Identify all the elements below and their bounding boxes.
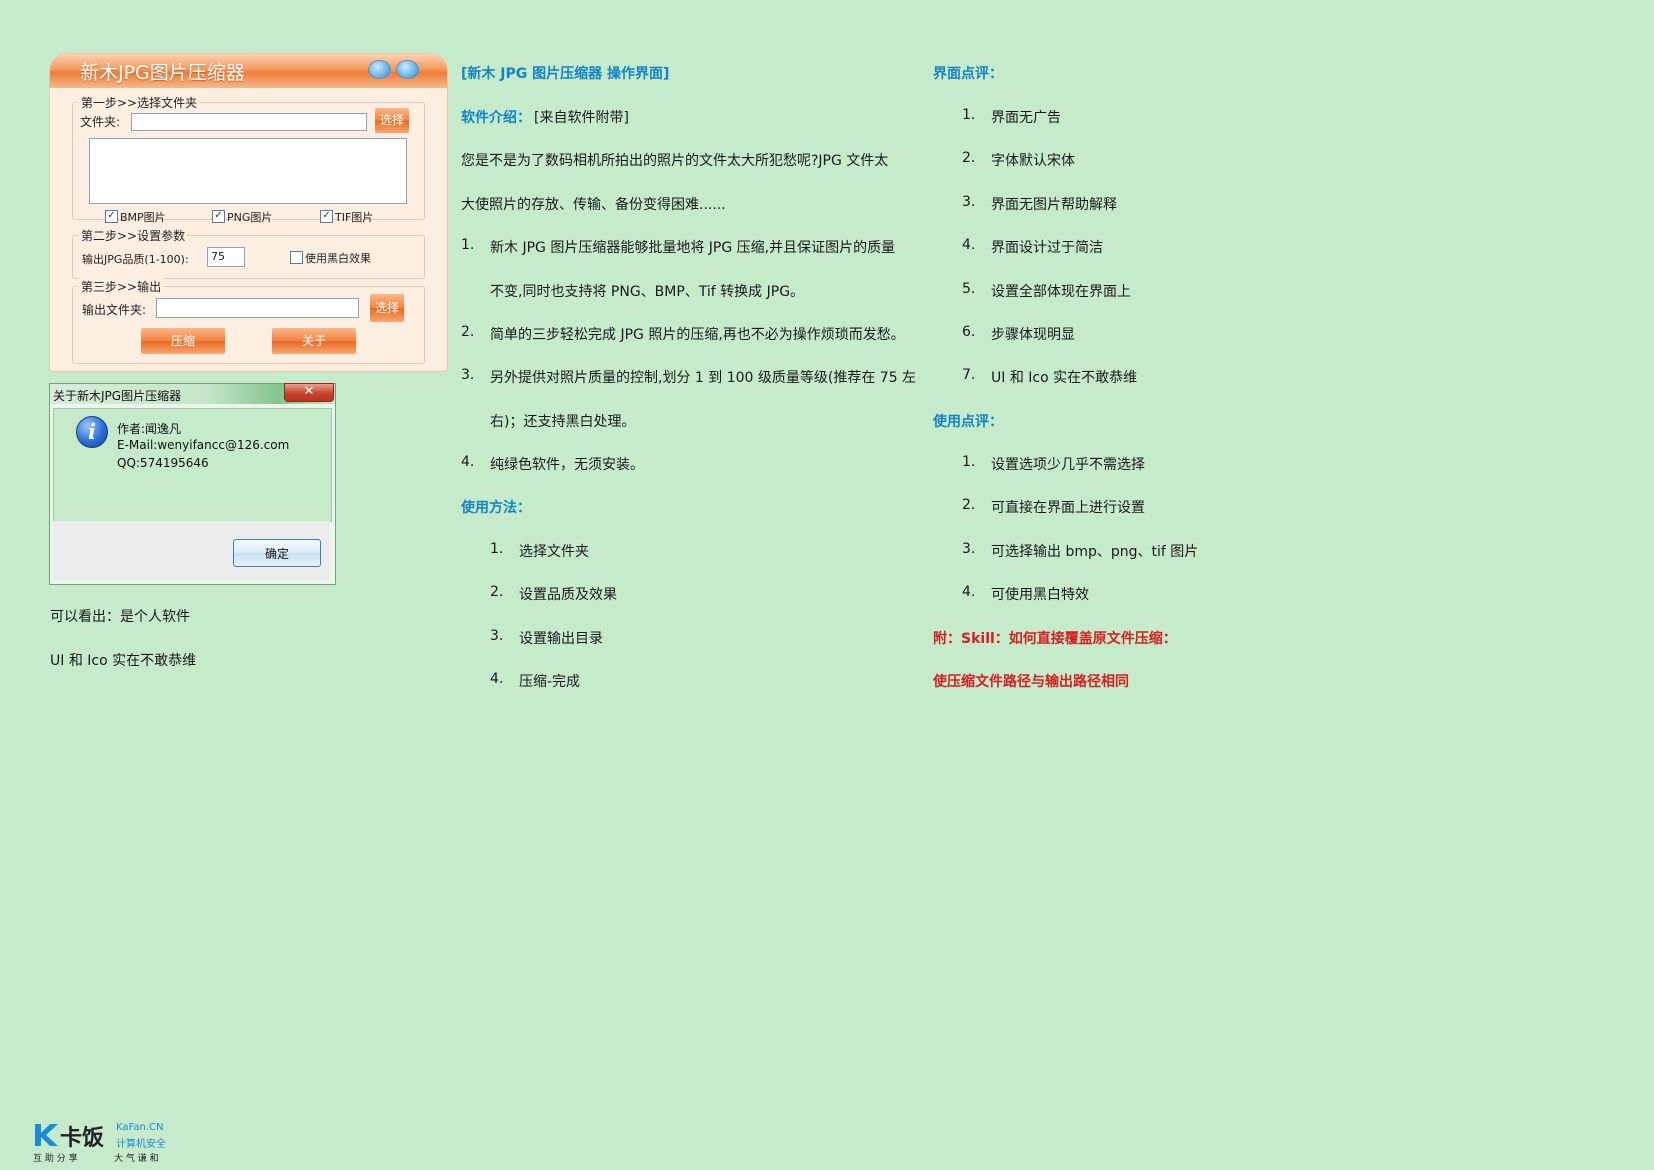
use-review-item: 可直接在界面上进行设置 (991, 500, 1145, 516)
ui-review-number: 5. (962, 281, 976, 297)
ui-review-item: 字体默认宋体 (991, 153, 1075, 169)
qq-text: QQ:574195646 (117, 456, 209, 470)
usage-step: 压缩-完成 (519, 674, 581, 690)
feature-number: 2. (461, 324, 475, 340)
use-review-item: 可选择输出 bmp、png、tif 图片 (991, 544, 1199, 560)
usage-step: 设置品质及效果 (519, 587, 617, 603)
bmp-checkbox-label: BMP图片 (120, 211, 166, 224)
usage-step-number: 4. (490, 671, 504, 687)
author-text: 作者:闻逸凡 (117, 422, 182, 436)
intro-text-2: 大使照片的存放、传输、备份变得困难...... (461, 197, 726, 213)
step2-legend: 第二步>>设置参数 (79, 227, 188, 244)
ui-review-number: 4. (962, 237, 976, 253)
ui-review-number: 6. (962, 324, 976, 340)
dialog-close-button[interactable]: ✕ (284, 383, 334, 402)
bw-checkbox-label: 使用黑白效果 (305, 252, 371, 265)
usage-step-number: 2. (490, 584, 504, 600)
dialog-titlebar[interactable]: 关于新木JPG图片压缩器 ✕ (50, 383, 335, 404)
ui-review-heading: 界面点评： (933, 66, 1003, 82)
ui-review-number: 2. (962, 150, 976, 166)
about-dialog: 关于新木JPG图片压缩器 ✕ i 作者:闻逸凡 E-Mail:wenyifanc… (49, 383, 336, 585)
png-checkbox[interactable]: ✓ (212, 210, 225, 223)
png-checkbox-label: PNG图片 (227, 211, 273, 224)
use-review-item: 可使用黑白特效 (991, 587, 1089, 603)
dialog-title: 关于新木JPG图片压缩器 (53, 389, 182, 403)
usage-step: 设置输出目录 (519, 631, 603, 647)
compressor-window: 新木JPG图片压缩器 第一步>>选择文件夹 文件夹: 选择 ✓ BMP图片 ✓ … (49, 53, 448, 372)
ui-review-item: 界面设计过于简洁 (991, 240, 1103, 256)
feature-number: 4. (461, 454, 475, 470)
step1-legend: 第一步>>选择文件夹 (79, 94, 200, 111)
use-review-number: 4. (962, 584, 976, 600)
feature-line: 简单的三步轻松完成 JPG 照片的压缩,再也不必为操作烦琐而发愁。 (490, 327, 905, 343)
note-personal-software: 可以看出：是个人软件 (50, 609, 190, 625)
ui-review-number: 1. (962, 107, 976, 123)
usage-step: 选择文件夹 (519, 544, 589, 560)
quality-label: 输出JPG品质(1-100): (82, 253, 189, 266)
skill-text: 使压缩文件路径与输出路径相同 (933, 674, 1129, 690)
close-icon[interactable] (396, 60, 419, 79)
bmp-checkbox[interactable]: ✓ (105, 210, 118, 223)
usage-step-number: 1. (490, 541, 504, 557)
feature-line: 新木 JPG 图片压缩器能够批量地将 JPG 压缩,并且保证图片的质量 (490, 240, 896, 256)
bw-checkbox[interactable] (290, 251, 303, 264)
ui-review-item: 界面无图片帮助解释 (991, 197, 1117, 213)
ui-review-item: 步骤体现明显 (991, 327, 1075, 343)
ui-review-number: 3. (962, 194, 976, 210)
logo-domain: KaFan.CN (116, 1122, 164, 1133)
folder-input[interactable] (131, 113, 367, 131)
select-output-button[interactable]: 选择 (370, 294, 404, 322)
ui-review-item: 界面无广告 (991, 110, 1061, 126)
ui-review-item: 设置全部体现在界面上 (991, 284, 1131, 300)
select-folder-button[interactable]: 选择 (375, 108, 409, 133)
use-review-heading: 使用点评： (933, 414, 1003, 430)
ui-review-number: 7. (962, 367, 976, 383)
ui-review-item: UI 和 Ico 实在不敢恭维 (991, 370, 1138, 386)
feature-number: 1. (461, 237, 475, 253)
email-text: E-Mail:wenyifancc@126.com (117, 438, 290, 452)
step3-legend: 第三步>>输出 (79, 278, 164, 295)
feature-line: 另外提供对照片质量的控制,划分 1 到 100 级质量等级(推荐在 75 左 (490, 370, 917, 386)
logo-subtitle: 计算机安全 (116, 1139, 166, 1150)
tif-checkbox-label: TIF图片 (335, 211, 374, 224)
about-button[interactable]: 关于 (272, 328, 356, 354)
file-list-box[interactable] (89, 138, 407, 204)
use-review-number: 3. (962, 541, 976, 557)
use-review-item: 设置选项少几乎不需选择 (991, 457, 1145, 473)
folder-label: 文件夹: (80, 115, 121, 129)
info-icon: i (76, 416, 108, 448)
output-label: 输出文件夹: (82, 303, 147, 317)
minimize-icon[interactable] (368, 60, 391, 79)
intro-value: [来自软件附带] (534, 110, 629, 126)
output-input[interactable] (156, 298, 359, 318)
skill-heading: 附：Skill：如何直接覆盖原文件压缩： (933, 631, 1177, 647)
kafan-k-icon (35, 1124, 58, 1146)
use-review-number: 1. (962, 454, 976, 470)
compress-button[interactable]: 压缩 (141, 328, 225, 354)
logo-slogan-right: 大 气 谦 和 (114, 1154, 159, 1164)
intro-label: 软件介绍： (461, 110, 531, 126)
feature-number: 3. (461, 367, 475, 383)
logo-name: 卡饭 (60, 1126, 105, 1151)
use-review-number: 2. (962, 497, 976, 513)
quality-input[interactable]: 75 (207, 247, 245, 267)
ok-button[interactable]: 确定 (233, 539, 321, 567)
app-titlebar[interactable]: 新木JPG图片压缩器 (50, 54, 447, 88)
main-heading: [新木 JPG 图片压缩器 操作界面] (461, 66, 670, 82)
usage-heading: 使用方法： (461, 500, 531, 516)
note-ui-ico: UI 和 Ico 实在不敢恭维 (50, 653, 197, 669)
feature-line: 纯绿色软件，无须安装。 (490, 457, 644, 473)
feature-line: 右)；还支持黑白处理。 (490, 414, 636, 430)
intro-text-1: 您是不是为了数码相机所拍出的照片的文件太大所犯愁呢?JPG 文件太 (461, 153, 889, 169)
tif-checkbox[interactable]: ✓ (320, 210, 333, 223)
feature-line: 不变,同时也支持将 PNG、BMP、Tif 转换成 JPG。 (490, 284, 805, 300)
logo-slogan-left: 互 助 分 享 (33, 1154, 78, 1164)
usage-step-number: 3. (490, 628, 504, 644)
app-title: 新木JPG图片压缩器 (80, 62, 245, 84)
